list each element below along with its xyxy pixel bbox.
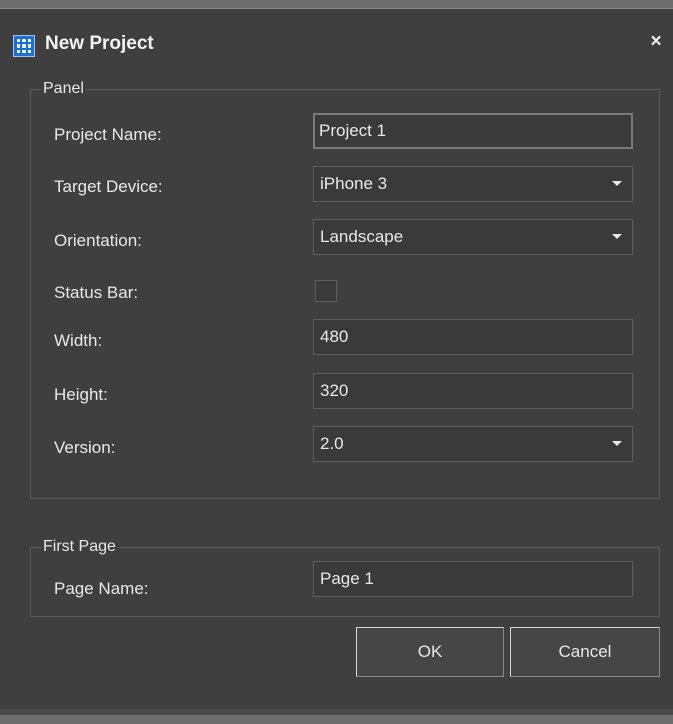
- chevron-down-icon: [612, 181, 622, 186]
- ok-button[interactable]: OK: [356, 627, 504, 677]
- width-input[interactable]: 480: [313, 319, 633, 355]
- title-bar: New Project ×: [0, 9, 673, 73]
- close-icon[interactable]: ×: [646, 32, 666, 52]
- chevron-down-icon: [612, 441, 622, 446]
- dialog-title: New Project: [45, 33, 154, 54]
- target-device-label: Target Device:: [54, 177, 163, 196]
- chevron-down-icon: [612, 234, 622, 239]
- project-name-label: Project Name:: [54, 125, 162, 144]
- status-bar-label: Status Bar:: [54, 283, 139, 302]
- orientation-select[interactable]: Landscape: [313, 219, 633, 255]
- target-device-value: iPhone 3: [320, 174, 388, 193]
- height-label: Height:: [54, 385, 108, 404]
- bottom-border: [0, 709, 673, 715]
- height-input[interactable]: 320: [313, 373, 633, 409]
- version-value: 2.0: [320, 434, 344, 453]
- first-page-legend: First Page: [41, 537, 118, 557]
- target-device-select[interactable]: iPhone 3: [313, 166, 633, 202]
- new-project-dialog: New Project × Panel Project Name: Projec…: [0, 8, 673, 715]
- width-label: Width:: [54, 331, 103, 350]
- orientation-label: Orientation:: [54, 231, 142, 250]
- status-bar-checkbox[interactable]: [315, 280, 337, 302]
- cancel-button[interactable]: Cancel: [510, 627, 660, 677]
- page-name-input[interactable]: Page 1: [313, 561, 633, 597]
- page-name-label: Page Name:: [54, 579, 149, 598]
- project-name-input[interactable]: Project 1: [313, 113, 633, 149]
- version-select[interactable]: 2.0: [313, 426, 633, 462]
- grid-app-icon: [13, 35, 35, 57]
- orientation-value: Landscape: [320, 227, 404, 246]
- panel-legend: Panel: [41, 79, 86, 99]
- version-label: Version:: [54, 438, 116, 457]
